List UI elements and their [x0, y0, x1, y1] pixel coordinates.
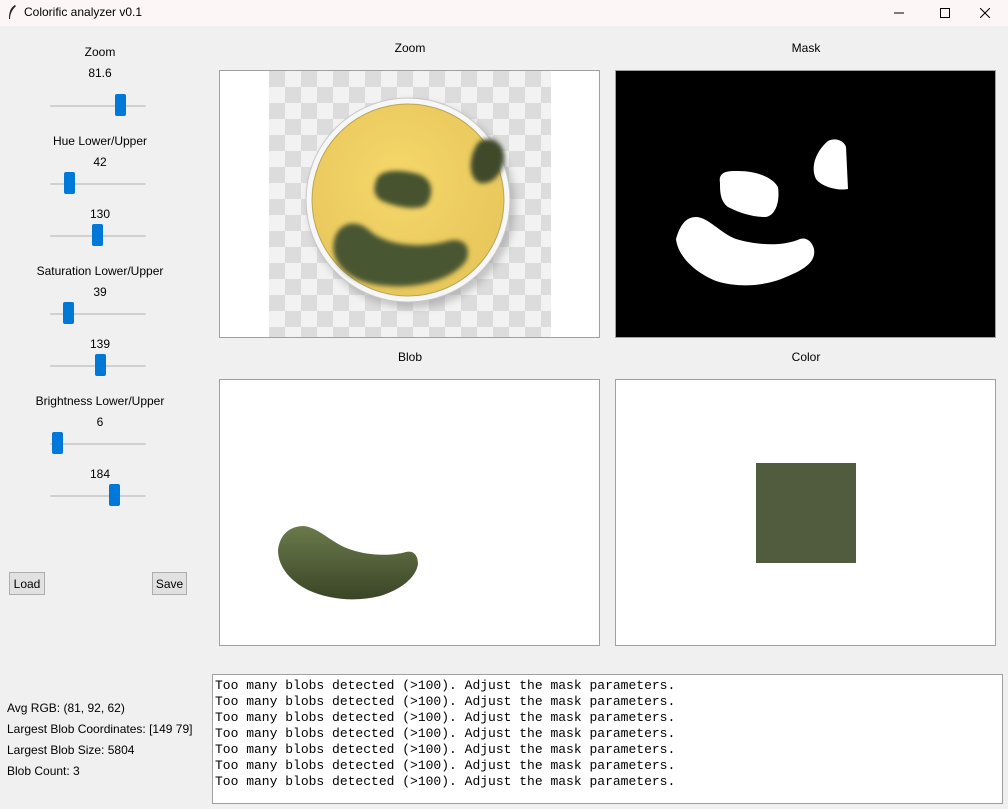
- hue-upper-value: 130: [89, 207, 111, 221]
- log-line: Too many blobs detected (>100). Adjust t…: [215, 742, 676, 757]
- minimize-icon: [894, 12, 904, 14]
- window-title: Colorific analyzer v0.1: [24, 5, 143, 19]
- log-line: Too many blobs detected (>100). Adjust t…: [215, 758, 676, 773]
- saturation-upper-slider[interactable]: [50, 354, 146, 378]
- zoom-label: Zoom: [84, 45, 116, 59]
- log-line: Too many blobs detected (>100). Adjust t…: [215, 774, 676, 789]
- avg-rgb-text: Avg RGB: (81, 92, 62): [7, 701, 125, 715]
- slider-trough: [50, 105, 146, 107]
- saturation-lower-slider[interactable]: [50, 302, 146, 326]
- saturation-label: Saturation Lower/Upper: [36, 264, 164, 278]
- slider-thumb[interactable]: [95, 354, 106, 376]
- zoom-image: [269, 71, 551, 337]
- zoom-value: 81.6: [88, 66, 112, 80]
- log-line: Too many blobs detected (>100). Adjust t…: [215, 710, 676, 725]
- brightness-label: Brightness Lower/Upper: [35, 394, 165, 408]
- log-output[interactable]: Too many blobs detected (>100). Adjust t…: [212, 674, 1003, 804]
- mask-view: [615, 70, 996, 338]
- hue-lower-slider[interactable]: [50, 172, 146, 196]
- log-line: Too many blobs detected (>100). Adjust t…: [215, 726, 676, 741]
- brightness-upper-value: 184: [89, 467, 111, 481]
- saturation-lower-value: 39: [93, 285, 107, 299]
- slider-thumb[interactable]: [52, 432, 63, 454]
- color-panel-title: Color: [791, 350, 821, 364]
- slider-thumb[interactable]: [63, 302, 74, 324]
- slider-trough: [50, 495, 146, 497]
- brightness-lower-value: 6: [96, 415, 104, 429]
- mask-panel-title: Mask: [791, 41, 821, 55]
- minimize-button[interactable]: [876, 0, 922, 26]
- brightness-lower-slider[interactable]: [50, 432, 146, 456]
- slider-thumb[interactable]: [109, 484, 120, 506]
- close-button[interactable]: [962, 0, 1008, 26]
- blob-view: [219, 379, 600, 646]
- slider-trough: [50, 443, 146, 445]
- color-view: [615, 379, 996, 646]
- zoom-panel-title: Zoom: [394, 41, 426, 55]
- blob-panel-title: Blob: [397, 350, 423, 364]
- zoom-slider[interactable]: [50, 94, 146, 118]
- slider-thumb[interactable]: [115, 94, 126, 116]
- zoom-view: [219, 70, 600, 338]
- feather-icon: [9, 5, 16, 19]
- mask-image: [616, 71, 995, 337]
- log-line: Too many blobs detected (>100). Adjust t…: [215, 694, 676, 709]
- load-button[interactable]: Load: [9, 572, 45, 595]
- hue-lower-value: 42: [93, 155, 107, 169]
- saturation-upper-value: 139: [89, 337, 111, 351]
- save-button[interactable]: Save: [152, 572, 187, 595]
- slider-thumb[interactable]: [64, 172, 75, 194]
- largest-blob-coordinates-text: Largest Blob Coordinates: [149 79]: [7, 722, 193, 736]
- blob-count-text: Blob Count: 3: [7, 764, 80, 778]
- largest-blob-size-text: Largest Blob Size: 5804: [7, 743, 135, 757]
- slider-thumb[interactable]: [92, 224, 103, 246]
- hue-label: Hue Lower/Upper: [52, 134, 148, 148]
- close-icon: [980, 8, 990, 18]
- hue-upper-slider[interactable]: [50, 224, 146, 248]
- brightness-upper-slider[interactable]: [50, 484, 146, 508]
- title-bar: Colorific analyzer v0.1: [0, 0, 1008, 26]
- maximize-icon: [940, 8, 950, 18]
- log-line: Too many blobs detected (>100). Adjust t…: [215, 678, 676, 693]
- avg-color-swatch: [756, 463, 856, 563]
- blob-image: [278, 526, 418, 600]
